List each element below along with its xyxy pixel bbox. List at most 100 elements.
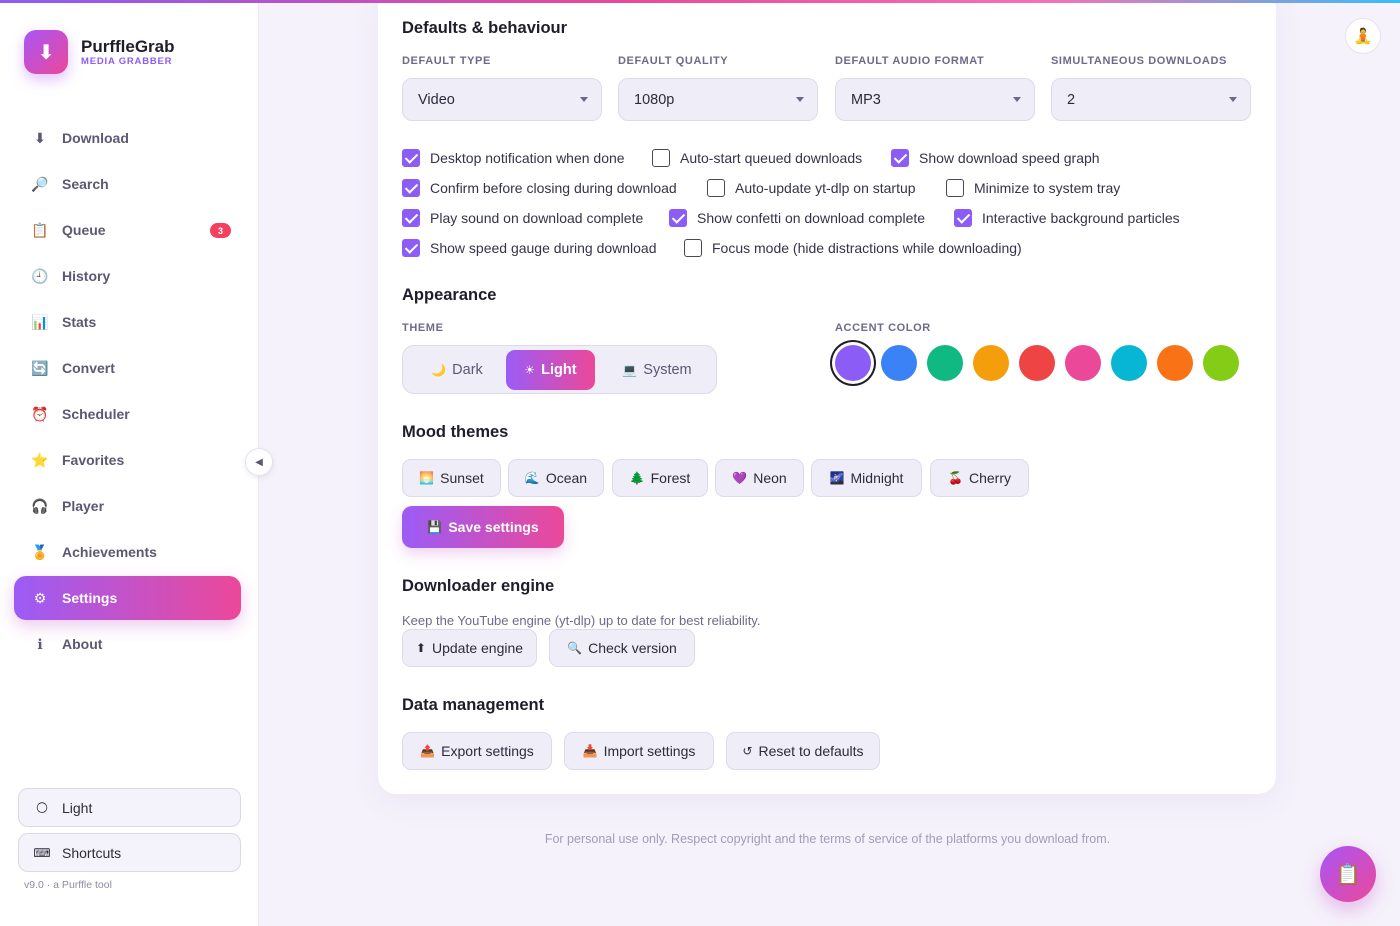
accent-swatch[interactable]: [835, 345, 871, 381]
sidebar-item-label: Search: [62, 176, 109, 192]
mood-sunset-button[interactable]: 🌅 Sunset: [402, 459, 501, 497]
checkbox-auto-update-ytdlp[interactable]: Auto-update yt-dlp on startup: [707, 179, 916, 197]
mood-neon-button[interactable]: 💜 Neon: [715, 459, 804, 497]
accent-swatch[interactable]: [1111, 345, 1147, 381]
medal-icon: 🏅: [31, 543, 49, 560]
sidebar-item-queue[interactable]: 📋 Queue 3: [14, 208, 241, 252]
sidebar-item-stats[interactable]: 📊 Stats: [14, 300, 241, 344]
shortcuts-label: Shortcuts: [62, 844, 122, 861]
theme-option-dark[interactable]: 🌙 Dark: [411, 350, 503, 390]
floppy-disk-icon: 💾: [427, 520, 443, 534]
theme-option-light[interactable]: ☀ Light: [506, 350, 595, 390]
sidebar-item-download[interactable]: ⬇ Download: [14, 116, 241, 160]
update-engine-button[interactable]: ⬆ Update engine: [402, 629, 537, 667]
download-icon: ⬇: [34, 129, 46, 146]
checkbox-box[interactable]: [652, 149, 670, 167]
mood-forest-button[interactable]: 🌲 Forest: [612, 459, 708, 497]
checkbox-desktop-notification[interactable]: Desktop notification when done: [402, 149, 625, 167]
simultaneous-downloads-select[interactable]: 2: [1051, 78, 1251, 121]
sidebar-item-about[interactable]: ℹ About: [14, 622, 241, 666]
sidebar-nav: ⬇ Download 🔎 Search 📋 Queue 3 🕘 History …: [14, 116, 241, 668]
checkbox-label: Show confetti on download complete: [697, 210, 926, 226]
checkbox-box[interactable]: [684, 239, 702, 257]
accent-swatch[interactable]: [881, 345, 917, 381]
accent-swatch[interactable]: [927, 345, 963, 381]
sidebar-item-settings[interactable]: ⚙ Settings: [14, 576, 241, 620]
convert-icon: 🔄: [31, 359, 49, 376]
import-settings-button[interactable]: 📥 Import settings: [564, 732, 714, 770]
sidebar-item-scheduler[interactable]: ⏰ Scheduler: [14, 392, 241, 436]
checkbox-confetti[interactable]: Show confetti on download complete: [669, 209, 925, 227]
sidebar-item-label: Achievements: [62, 544, 157, 560]
export-settings-button[interactable]: 📤 Export settings: [402, 732, 552, 770]
checkbox-box[interactable]: [402, 179, 420, 197]
accent-swatch[interactable]: [973, 345, 1009, 381]
sidebar-item-convert[interactable]: 🔄 Convert: [14, 346, 241, 390]
checkbox-speed-graph[interactable]: Show download speed graph: [891, 149, 1100, 167]
checkbox-box[interactable]: [669, 209, 687, 227]
moon-icon: 🌙: [431, 363, 447, 377]
save-settings-button[interactable]: 💾 Save settings: [402, 506, 564, 548]
mood-label: Cherry: [968, 470, 1011, 486]
theme-toggle-button[interactable]: 🌕 Light: [18, 788, 241, 827]
mood-midnight-button[interactable]: 🌌 Midnight: [811, 459, 922, 497]
mood-label: Sunset: [440, 470, 484, 486]
checkbox-speed-gauge[interactable]: Show speed gauge during download: [402, 239, 657, 257]
checkbox-box[interactable]: [402, 209, 420, 227]
checkbox-box[interactable]: [946, 179, 964, 197]
theme-label: THEME: [402, 322, 444, 334]
theme-option-system[interactable]: 💻 System: [603, 350, 711, 390]
checkbox-focus-mode[interactable]: Focus mode (hide distractions while down…: [684, 239, 1022, 257]
checkbox-box[interactable]: [891, 149, 909, 167]
sunset-icon: 🌅: [419, 471, 435, 485]
keyboard-icon: ⌨: [33, 845, 51, 860]
checkbox-box[interactable]: [402, 149, 420, 167]
sidebar-item-label: Settings: [62, 590, 118, 606]
sidebar-item-label: Download: [62, 130, 129, 146]
checkbox-play-sound[interactable]: Play sound on download complete: [402, 209, 643, 227]
clipboard-icon[interactable]: 📋: [1320, 846, 1376, 902]
check-version-button[interactable]: 🔍 Check version: [549, 629, 695, 667]
checkbox-confirm-closing[interactable]: Confirm before closing during download: [402, 179, 677, 197]
checkbox-label: Show download speed graph: [919, 150, 1100, 166]
default-audio-format-select[interactable]: MP3: [835, 78, 1035, 121]
sidebar-item-player[interactable]: 🎧 Player: [14, 484, 241, 528]
sidebar-item-favorites[interactable]: ⭐ Favorites: [14, 438, 241, 482]
accent-swatch[interactable]: [1157, 345, 1193, 381]
accent-swatch[interactable]: [1065, 345, 1101, 381]
checkbox-background-particles[interactable]: Interactive background particles: [954, 209, 1180, 227]
engine-description: Keep the YouTube engine (yt-dlp) up to d…: [402, 613, 761, 628]
brand[interactable]: ⬇ PurffleGrab MEDIA GRABBER: [24, 30, 175, 74]
checkbox-box[interactable]: [954, 209, 972, 227]
accent-swatch[interactable]: [1203, 345, 1239, 381]
checkbox-box[interactable]: [707, 179, 725, 197]
chevron-down-icon: [796, 97, 804, 102]
footer-disclaimer: For personal use only. Respect copyright…: [544, 832, 1111, 846]
sidebar-item-achievements[interactable]: 🏅 Achievements: [14, 530, 241, 574]
checkbox-box[interactable]: [402, 239, 420, 257]
default-quality-select[interactable]: 1080p: [618, 78, 818, 121]
accent-swatch[interactable]: [1019, 345, 1055, 381]
default-type-select[interactable]: Video: [402, 78, 602, 121]
chevron-down-icon: [1229, 97, 1237, 102]
checkbox-minimize-tray[interactable]: Minimize to system tray: [946, 179, 1120, 197]
gear-icon: ⚙: [33, 589, 47, 606]
sidebar-item-search[interactable]: 🔎 Search: [14, 162, 241, 206]
collapse-sidebar-button[interactable]: ◀: [245, 448, 273, 476]
sidebar-item-label: About: [62, 636, 103, 652]
mood-ocean-button[interactable]: 🌊 Ocean: [508, 459, 604, 497]
export-settings-label: Export settings: [441, 743, 534, 759]
checkbox-label: Minimize to system tray: [974, 180, 1121, 196]
section-title-appearance: Appearance: [402, 286, 497, 304]
mood-cherry-button[interactable]: 🍒 Cherry: [930, 459, 1029, 497]
reset-defaults-button[interactable]: ↺ Reset to defaults: [726, 732, 880, 770]
person-meditating-icon[interactable]: 🧘: [1345, 18, 1381, 54]
theme-option-label: Dark: [452, 362, 483, 378]
checkbox-auto-start-queued[interactable]: Auto-start queued downloads: [652, 149, 862, 167]
checkbox-label: Interactive background particles: [982, 210, 1180, 226]
info-icon: ℹ: [37, 635, 43, 652]
accent-color-label: ACCENT COLOR: [835, 322, 931, 334]
checkbox-label: Auto-update yt-dlp on startup: [735, 180, 916, 196]
import-tray-icon: 📥: [582, 744, 598, 758]
sidebar-item-history[interactable]: 🕘 History: [14, 254, 241, 298]
